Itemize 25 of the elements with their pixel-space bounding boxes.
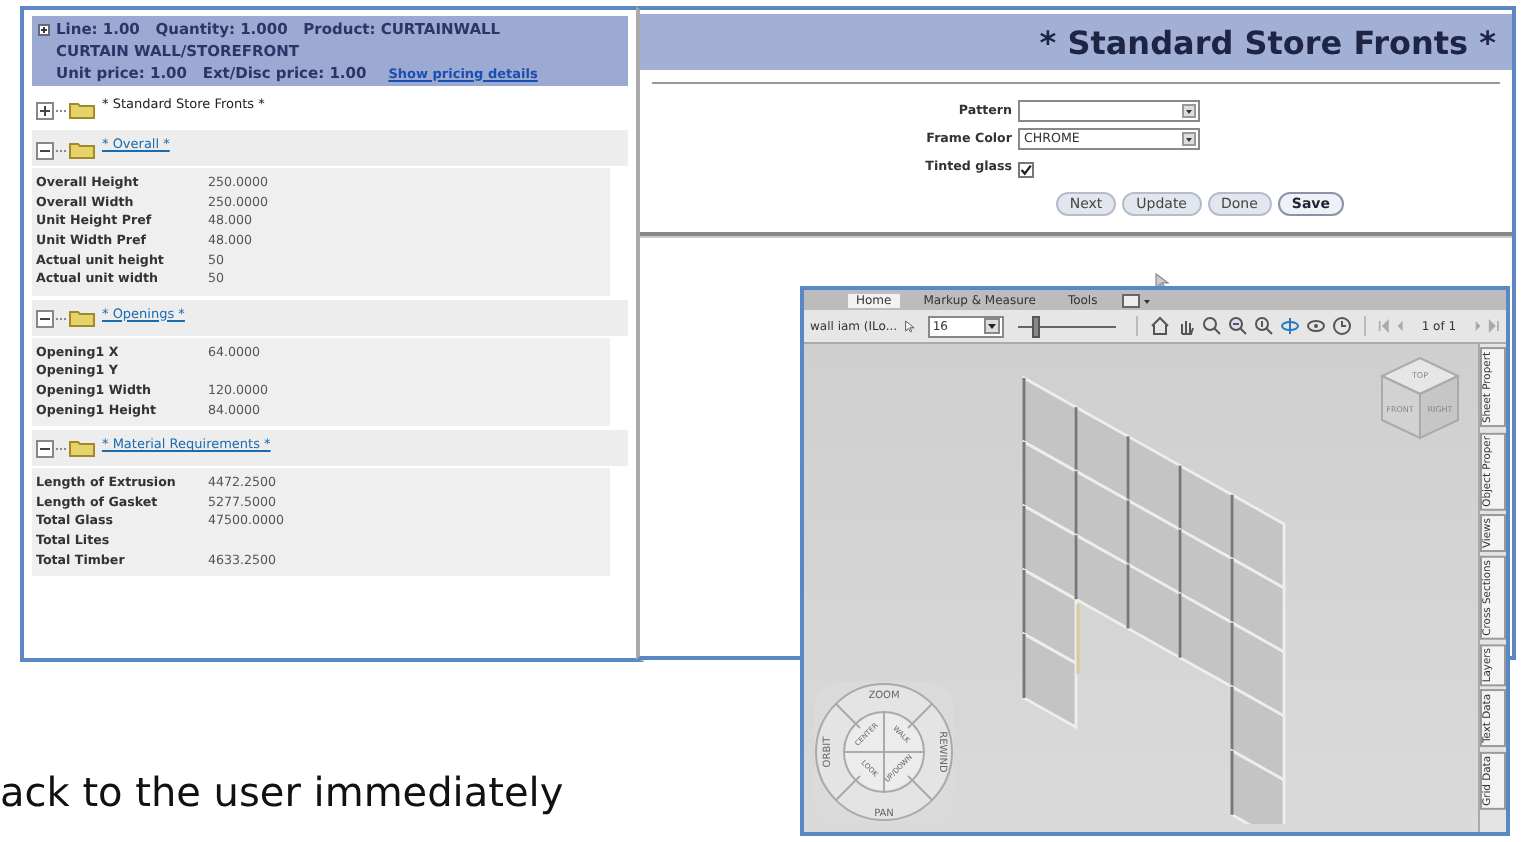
dropdown-icon[interactable] bbox=[1121, 293, 1150, 307]
collapse-icon[interactable] bbox=[36, 310, 54, 329]
dropdown-field[interactable] bbox=[1018, 100, 1200, 122]
folder-icon bbox=[68, 97, 96, 119]
caption-text: ack to the user immediately bbox=[0, 768, 564, 816]
expand-icon[interactable] bbox=[38, 23, 50, 35]
collapse-icon[interactable] bbox=[36, 141, 54, 159]
zoom-icon[interactable] bbox=[1254, 316, 1275, 336]
expand-icon[interactable] bbox=[36, 101, 54, 119]
caret-icon bbox=[1182, 104, 1196, 118]
pointer-icon[interactable] bbox=[903, 318, 915, 334]
home-icon[interactable] bbox=[1150, 316, 1171, 336]
folder-icon bbox=[68, 137, 96, 159]
slider-thumb[interactable] bbox=[1031, 315, 1040, 337]
checkbox[interactable] bbox=[1018, 162, 1034, 178]
zoom-icon[interactable] bbox=[1202, 316, 1223, 336]
caret-icon bbox=[983, 318, 999, 334]
collapse-icon[interactable] bbox=[36, 440, 54, 459]
folder-icon bbox=[68, 436, 96, 459]
zoom-icon[interactable] bbox=[1228, 316, 1249, 336]
folder-icon bbox=[68, 306, 96, 329]
panel-title: * Standard Store Fronts * bbox=[1039, 23, 1496, 61]
hand-icon[interactable] bbox=[1176, 316, 1197, 336]
caret-icon bbox=[1182, 132, 1196, 146]
clock-icon[interactable] bbox=[1332, 316, 1353, 336]
